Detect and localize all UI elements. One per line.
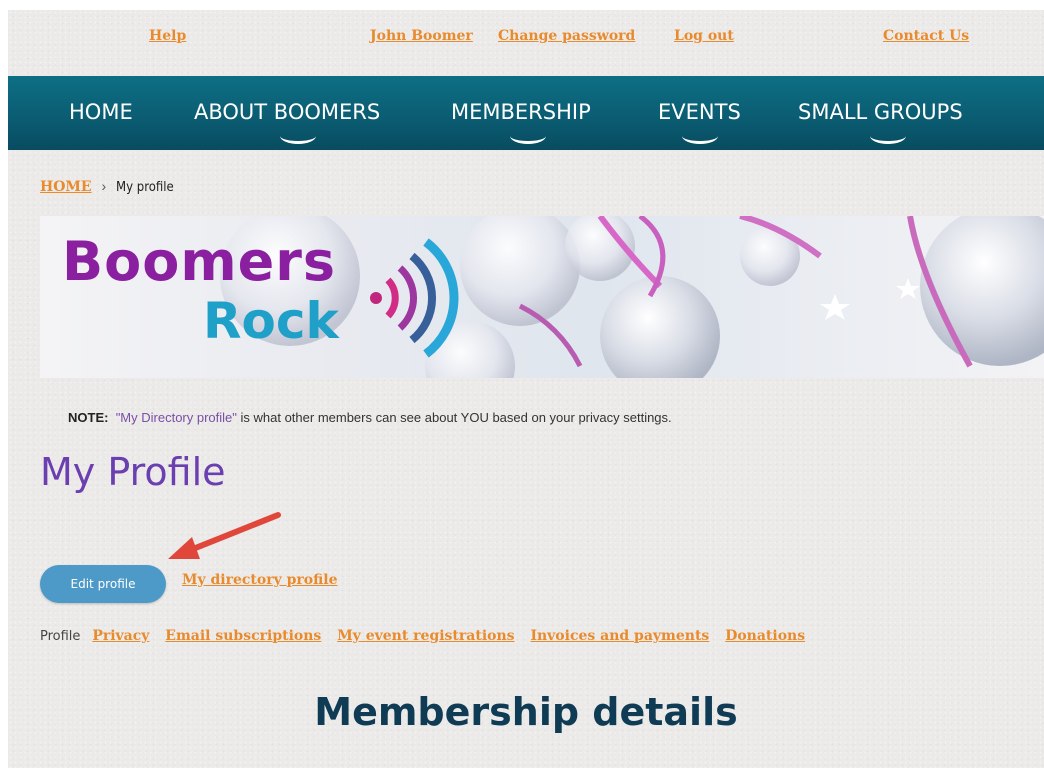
contact-us-link[interactable]: Contact Us [883,28,969,44]
membership-details-heading: Membership details [314,690,738,734]
log-out-link[interactable]: Log out [674,28,734,44]
profile-tabs: Profile Privacy Email subscriptions My e… [40,627,817,644]
breadcrumb: HOME › My profile [40,178,174,195]
breadcrumb-separator: › [101,178,107,194]
user-name-link[interactable]: John Boomer [370,28,473,44]
nav-item-about-boomers[interactable]: ABOUT BOOMERS [194,100,380,124]
nav-underline [682,136,718,144]
my-directory-profile-link[interactable]: My directory profile [182,572,338,588]
note-label: NOTE: [68,410,109,425]
red-arrow-icon [168,512,281,559]
note-text: is what other members can see about YOU … [236,410,672,425]
main-nav: HOME ABOUT BOOMERS MEMBERSHIP EVENTS SMA… [8,76,1044,150]
tab-donations[interactable]: Donations [725,628,805,644]
page: Help John Boomer Change password Log out… [8,10,1044,768]
nav-item-membership[interactable]: MEMBERSHIP [451,100,591,124]
nav-underline [870,136,906,144]
banner-logo-rock: Rock [203,292,339,350]
tab-profile: Profile [40,629,81,644]
banner-logo-boomers: Boomers [62,230,337,293]
tab-privacy[interactable]: Privacy [92,628,149,644]
change-password-link[interactable]: Change password [498,28,635,44]
breadcrumb-current: My profile [116,180,174,195]
tab-invoices-and-payments[interactable]: Invoices and payments [530,628,709,644]
breadcrumb-home-link[interactable]: HOME [40,179,92,195]
edit-profile-button[interactable]: Edit profile [40,565,166,603]
tab-my-event-registrations[interactable]: My event registrations [337,628,514,644]
nav-underline [280,136,316,144]
help-link[interactable]: Help [149,28,186,44]
note-directory-profile: "My Directory profile" [115,410,237,425]
nav-item-home[interactable]: HOME [69,100,133,124]
page-title: My Profile [40,450,226,494]
hero-banner: Boomers Rock [40,216,1044,378]
nav-item-events[interactable]: EVENTS [658,100,741,124]
nav-underline [510,136,546,144]
nav-item-small-groups[interactable]: SMALL GROUPS [798,100,963,124]
tab-email-subscriptions[interactable]: Email subscriptions [165,628,321,644]
privacy-note: NOTE: "My Directory profile" is what oth… [68,410,672,425]
